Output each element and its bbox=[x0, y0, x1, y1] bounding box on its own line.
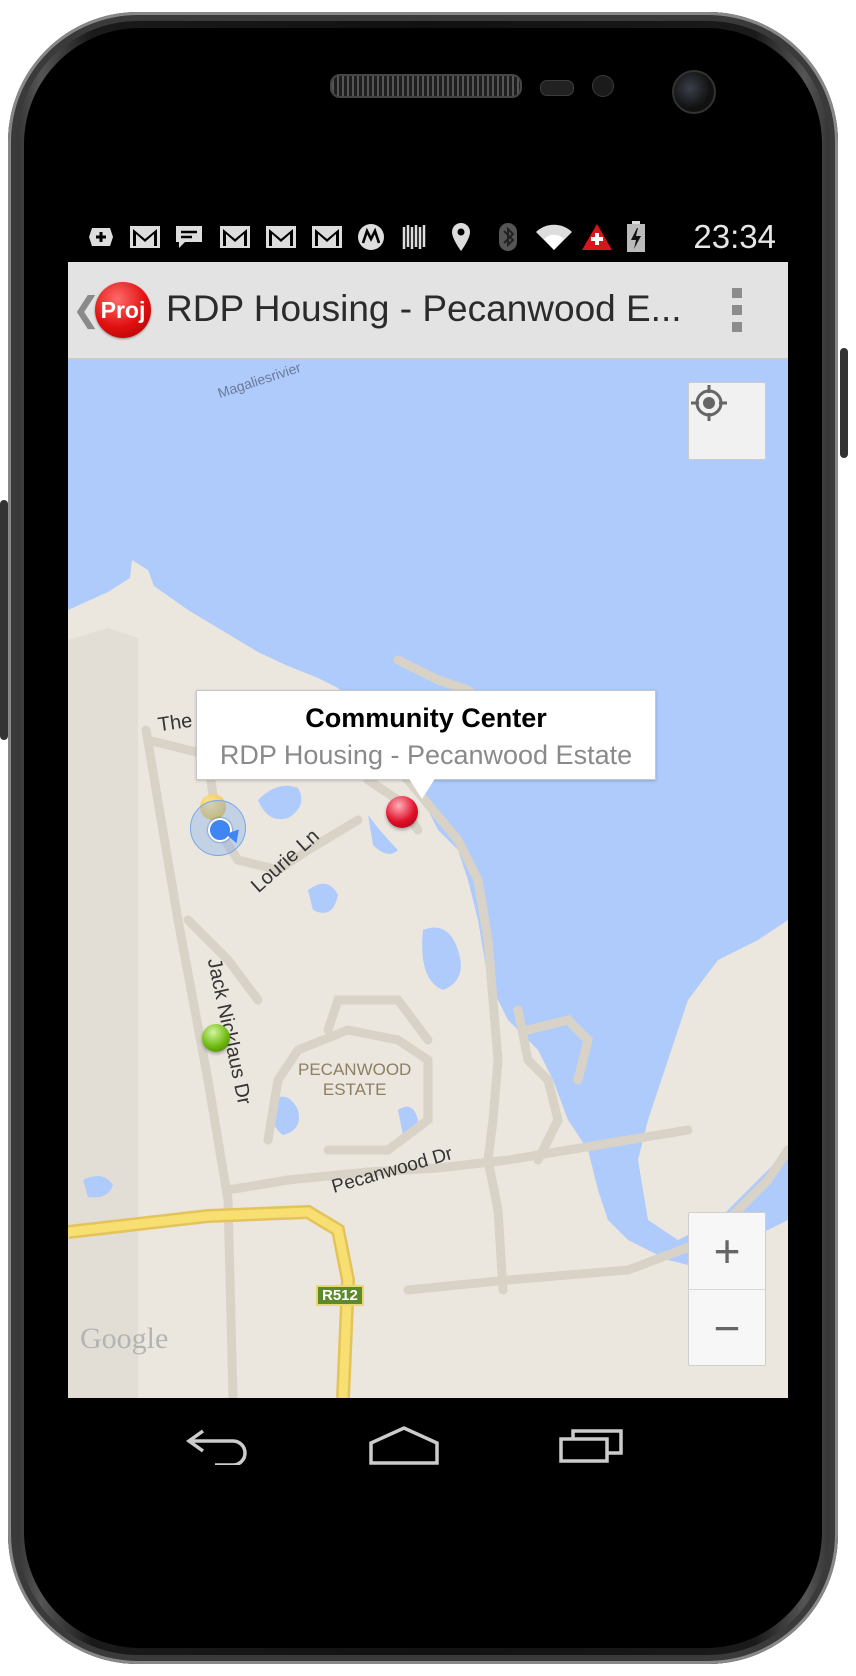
power-button bbox=[840, 348, 848, 458]
warning-cross-icon bbox=[580, 223, 614, 251]
barcode-icon bbox=[400, 223, 428, 251]
zoom-in-button[interactable]: + bbox=[689, 1213, 765, 1289]
back-button[interactable] bbox=[178, 1420, 258, 1470]
route-shield: R512 bbox=[316, 1285, 364, 1306]
map-view[interactable]: Magaliesrivier The Lourie Ln Jack Nickla… bbox=[68, 360, 788, 1398]
recent-apps-button[interactable] bbox=[552, 1420, 632, 1470]
add-notification-icon bbox=[86, 223, 116, 251]
motorola-icon bbox=[356, 223, 386, 251]
location-pin-icon bbox=[448, 223, 474, 251]
gmail-icon bbox=[310, 223, 344, 251]
my-location-button[interactable] bbox=[688, 382, 766, 460]
map-label-estate-line1: PECANWOOD bbox=[298, 1060, 412, 1079]
volume-button bbox=[0, 500, 8, 740]
map-label-road: The bbox=[156, 709, 194, 737]
bluetooth-icon bbox=[496, 223, 520, 251]
home-button[interactable] bbox=[364, 1420, 444, 1470]
info-window-title: Community Center bbox=[305, 703, 547, 733]
clock: 23:34 bbox=[693, 218, 776, 255]
map-label-estate-line2: ESTATE bbox=[322, 1080, 387, 1099]
info-window-pointer bbox=[408, 777, 436, 799]
light-sensor bbox=[592, 75, 614, 97]
overflow-menu-icon[interactable] bbox=[730, 288, 744, 332]
app-logo[interactable]: Proj bbox=[95, 282, 151, 338]
red-marker[interactable] bbox=[386, 796, 418, 828]
land-area-east bbox=[638, 920, 788, 1240]
zoom-out-button[interactable]: − bbox=[689, 1290, 765, 1366]
status-bar: 23:34 bbox=[68, 212, 788, 262]
wifi-icon bbox=[534, 223, 574, 251]
land-area bbox=[68, 560, 788, 1398]
google-logo: Google bbox=[80, 1322, 169, 1355]
action-bar: ❮ Proj RDP Housing - Pecanwood E... bbox=[68, 262, 788, 360]
page-title: RDP Housing - Pecanwood E... bbox=[166, 288, 682, 329]
info-window-subtitle: RDP Housing - Pecanwood Estate bbox=[219, 740, 633, 770]
navigation-bar bbox=[68, 1398, 788, 1494]
zoom-controls: + − bbox=[688, 1212, 766, 1366]
proximity-sensor bbox=[540, 80, 574, 96]
map-label-estate: PECANWOOD ESTATE bbox=[298, 1060, 411, 1100]
device-screen: 23:34 ❮ Proj RDP Housing - Pecanwood E..… bbox=[68, 212, 788, 1494]
chat-icon bbox=[172, 223, 206, 251]
map-canvas bbox=[68, 560, 788, 1398]
gmail-icon bbox=[218, 223, 252, 251]
green-marker[interactable] bbox=[202, 1024, 230, 1052]
crosshair-icon bbox=[691, 385, 727, 421]
home-icon bbox=[369, 1426, 439, 1465]
gmail-icon bbox=[264, 223, 298, 251]
marker-info-window[interactable]: Community Center RDP Housing - Pecanwood… bbox=[196, 690, 656, 780]
recent-apps-icon bbox=[559, 1429, 623, 1463]
battery-charging-icon bbox=[624, 221, 648, 252]
back-icon bbox=[185, 1429, 247, 1465]
land-strip bbox=[68, 628, 138, 1398]
front-camera bbox=[672, 70, 716, 114]
earpiece-speaker bbox=[330, 74, 522, 98]
gmail-icon bbox=[128, 223, 162, 251]
